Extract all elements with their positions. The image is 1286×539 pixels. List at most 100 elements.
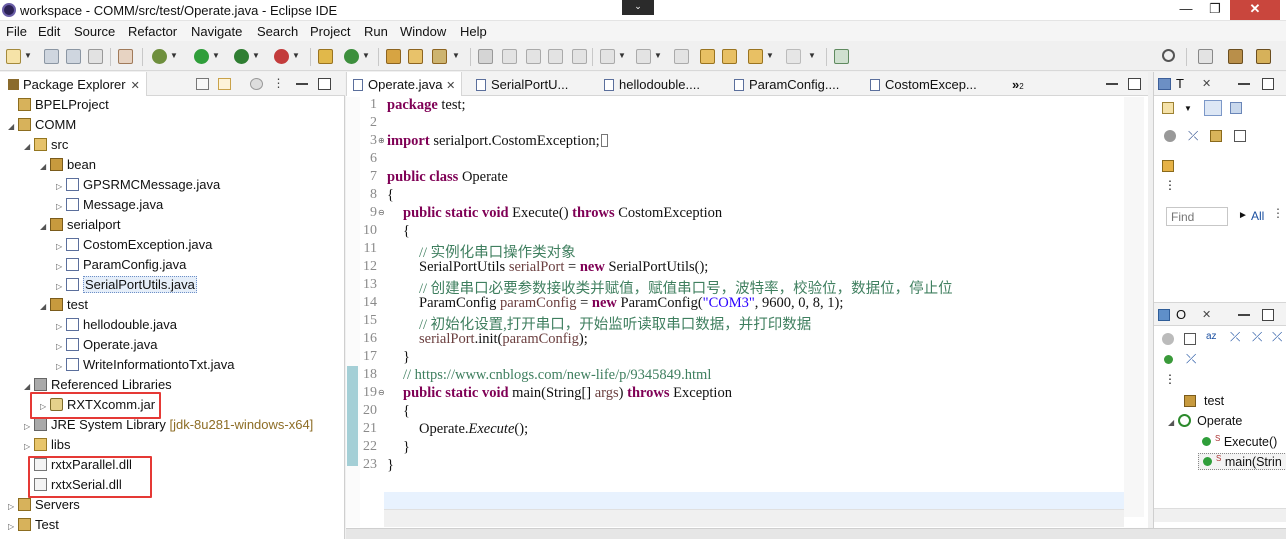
menu-window[interactable]: Window — [400, 24, 446, 39]
public-member-icon[interactable] — [1164, 355, 1173, 364]
forward-icon[interactable] — [786, 49, 801, 64]
minimize-button[interactable]: — — [1172, 0, 1200, 20]
open-task-icon[interactable] — [432, 49, 447, 64]
code-line-18-comment[interactable]: // https://www.cnblogs.com/new-life/p/93… — [403, 367, 711, 384]
maximize-view-icon[interactable] — [1262, 78, 1274, 90]
code-line-21[interactable]: Operate.Execute(); — [419, 421, 528, 438]
run-icon[interactable] — [194, 49, 209, 64]
open-folder-icon[interactable] — [408, 49, 423, 64]
next-annotation-dropdown-icon[interactable]: ▼ — [618, 51, 626, 60]
collapse-all-icon[interactable] — [1234, 130, 1246, 142]
code-line-14[interactable]: ParamConfig paramConfig = new ParamConfi… — [419, 295, 843, 312]
tree-item-writeinformationtotxt[interactable]: ▷ WriteInformationtoTxt.java — [56, 355, 234, 375]
focus-icon[interactable] — [1164, 130, 1176, 142]
hide-local-types-icon[interactable]: ⤫ — [1186, 352, 1198, 365]
menu-help[interactable]: Help — [460, 24, 487, 39]
tree-item-costomexception[interactable]: ▷ CostomException.java — [56, 235, 212, 255]
find-input[interactable] — [1166, 207, 1228, 226]
external-tools-dropdown-icon[interactable]: ▼ — [292, 51, 300, 60]
tree-item-gpsrmcmessage[interactable]: ▷ GPSRMCMessage.java — [56, 175, 220, 195]
maximize-editor-icon[interactable] — [1128, 78, 1141, 90]
fold-collapse-icon[interactable]: ⊖ — [378, 388, 385, 397]
code-line-10[interactable]: { — [403, 223, 410, 240]
build-icon[interactable] — [118, 49, 133, 64]
tree-item-test-package[interactable]: ◢ test — [40, 295, 88, 315]
java-ee-perspective-icon[interactable] — [1228, 49, 1243, 64]
previous-annotation-icon[interactable] — [636, 49, 651, 64]
outline-item-class[interactable]: ◢ Operate — [1168, 414, 1242, 428]
last-edit-icon[interactable] — [674, 49, 689, 64]
code-line-22[interactable]: } — [403, 439, 410, 456]
previous-annotation-dropdown-icon[interactable]: ▼ — [654, 51, 662, 60]
back-history-icon[interactable] — [700, 49, 715, 64]
view-menu-icon[interactable]: ⋮ — [272, 77, 285, 90]
minimize-view-icon[interactable] — [1238, 314, 1250, 316]
search-icon[interactable] — [1162, 49, 1175, 62]
sort-icon[interactable]: az — [1206, 331, 1218, 343]
menu-project[interactable]: Project — [310, 24, 350, 39]
view-menu-icon[interactable]: ⋮ — [1272, 206, 1284, 220]
collapse-all-icon[interactable] — [1184, 333, 1196, 345]
code-line-20[interactable]: { — [403, 403, 410, 420]
new-class-dropdown-icon[interactable]: ▼ — [362, 51, 370, 60]
window-handle-icon[interactable]: ⌄ — [622, 0, 654, 15]
new-dropdown-icon[interactable]: ▼ — [24, 51, 32, 60]
code-line-1[interactable]: package test; — [387, 97, 466, 114]
code-line-16[interactable]: serialPort.init(paramConfig); — [419, 331, 588, 348]
new-task-dropdown-icon[interactable]: ▼ — [1184, 104, 1196, 116]
editor-tab-costomexception[interactable]: CostomExcep... — [870, 72, 977, 96]
tree-item-comm[interactable]: ◢ COMM — [8, 115, 76, 135]
show-whitespace-icon[interactable] — [572, 49, 587, 64]
all-filter-link[interactable]: All — [1251, 209, 1264, 223]
sync-icon[interactable] — [1210, 130, 1222, 142]
editor-tab-paramconfig[interactable]: ParamConfig.... — [734, 72, 839, 96]
minimize-editor-icon[interactable] — [1106, 83, 1118, 85]
expanded-twisty-icon[interactable]: ◢ — [40, 217, 50, 237]
java-perspective-icon[interactable] — [1256, 49, 1271, 64]
run-dropdown-icon[interactable]: ▼ — [212, 51, 220, 60]
maximize-view-icon[interactable] — [318, 78, 331, 90]
editor-tab-serialportutils[interactable]: SerialPortU... — [476, 72, 568, 96]
collapsed-twisty-icon[interactable]: ▷ — [56, 257, 66, 277]
tab-overflow-button[interactable]: »2 — [1012, 72, 1024, 96]
collapsed-twisty-icon[interactable]: ▷ — [24, 437, 34, 457]
back-icon[interactable] — [748, 49, 763, 64]
link-with-editor-icon[interactable] — [218, 78, 231, 90]
code-line-19[interactable]: public static void main(String[] args) t… — [403, 385, 732, 402]
tree-item-servers[interactable]: ▷ Servers — [8, 495, 80, 515]
code-line-9[interactable]: public static void Execute() throws Cost… — [403, 205, 722, 222]
open-task-dropdown-icon[interactable]: ▼ — [452, 51, 460, 60]
coverage-dropdown-icon[interactable]: ▼ — [252, 51, 260, 60]
expanded-twisty-icon[interactable]: ◢ — [8, 117, 18, 137]
tree-item-bpelproject[interactable]: BPELProject — [8, 95, 109, 115]
close-icon[interactable]: ✕ — [1202, 77, 1211, 90]
menu-navigate[interactable]: Navigate — [191, 24, 242, 39]
collapsed-twisty-icon[interactable]: ▷ — [56, 177, 66, 197]
tree-item-paramconfig[interactable]: ▷ ParamConfig.java — [56, 255, 186, 275]
outline-item-package[interactable]: test — [1184, 394, 1224, 408]
menu-source[interactable]: Source — [74, 24, 115, 39]
collapsed-twisty-icon[interactable]: ▷ — [56, 237, 66, 257]
editor-horizontal-scrollbar[interactable] — [384, 509, 1124, 527]
collapsed-twisty-icon[interactable]: ▷ — [56, 277, 66, 297]
code-line-23[interactable]: } — [387, 457, 394, 474]
scheduled-icon[interactable] — [1230, 102, 1242, 114]
collapsed-twisty-icon[interactable]: ▷ — [8, 517, 18, 537]
close-icon[interactable]: ✕ — [1202, 308, 1211, 321]
tree-item-serialportutils[interactable]: ▷ SerialPortUtils.java — [56, 275, 197, 295]
menu-file[interactable]: File — [6, 24, 27, 39]
tree-item-bean[interactable]: ◢ bean — [40, 155, 96, 175]
menu-search[interactable]: Search — [257, 24, 298, 39]
tree-item-test-project[interactable]: ▷ Test — [8, 515, 59, 535]
outline-horizontal-scrollbar[interactable] — [1154, 508, 1286, 522]
editor-tab-hellodouble[interactable]: hellodouble.... — [604, 72, 700, 96]
view-menu-icon[interactable]: ⋮ — [1164, 179, 1176, 192]
code-line-3[interactable]: import serialport.CostomException; — [387, 133, 608, 150]
code-line-12[interactable]: SerialPortUtils serialPort = new SerialP… — [419, 259, 708, 276]
folded-imports-icon[interactable] — [600, 134, 608, 147]
hide-static-icon[interactable]: ⤫ — [1252, 330, 1264, 343]
expanded-twisty-icon[interactable]: ◢ — [40, 297, 50, 317]
tree-item-src[interactable]: ◢ src — [24, 135, 68, 155]
pin-editor-icon[interactable] — [834, 49, 849, 64]
debug-icon[interactable] — [152, 49, 167, 64]
